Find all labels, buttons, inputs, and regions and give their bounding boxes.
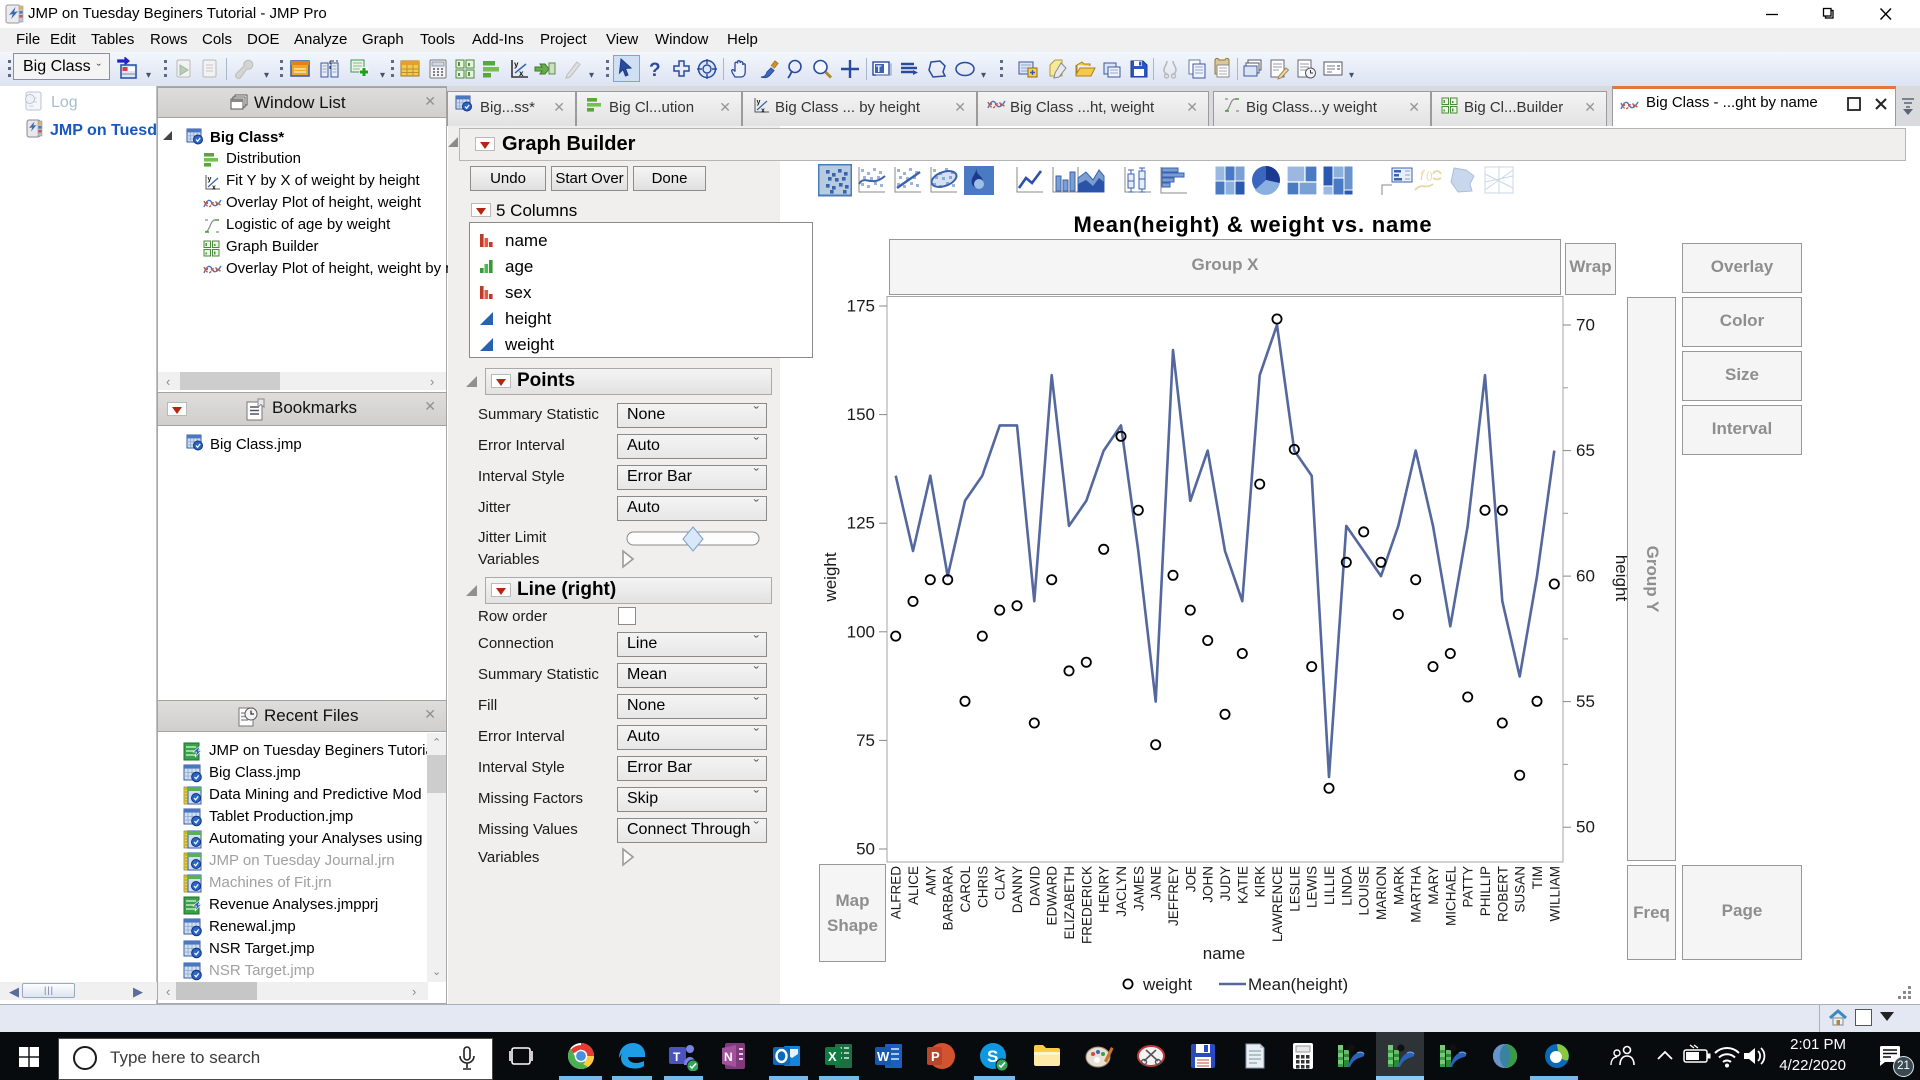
svg-text:ALICE: ALICE [906, 866, 921, 905]
svg-text:60: 60 [1576, 567, 1595, 586]
svg-text:MICHAEL: MICHAEL [1443, 866, 1458, 927]
svg-text:CAROL: CAROL [958, 866, 973, 913]
svg-text:name: name [1203, 944, 1246, 963]
svg-text:x: x [519, 69, 524, 78]
svg-text:65: 65 [1576, 441, 1595, 460]
svg-text:75: 75 [856, 731, 875, 750]
svg-text:MARY: MARY [1426, 866, 1441, 905]
svg-text:JAMES: JAMES [1131, 866, 1146, 911]
svg-text:X: X [828, 1049, 837, 1064]
svg-text:125: 125 [847, 514, 875, 533]
svg-text:JMP on Tuesd: JMP on Tuesd [50, 122, 157, 139]
svg-text:y: y [757, 99, 761, 106]
svg-text:EDWARD: EDWARD [1045, 866, 1060, 926]
svg-text:y: y [208, 176, 212, 183]
svg-text:70: 70 [1576, 316, 1595, 335]
svg-text:PHILLIP: PHILLIP [1478, 866, 1493, 916]
svg-text:FREDERICK: FREDERICK [1079, 866, 1094, 944]
svg-text:55: 55 [1576, 692, 1595, 711]
svg-text:Mean(height): Mean(height) [1248, 975, 1348, 994]
svg-text:N: N [724, 1050, 733, 1064]
svg-text:KIRK: KIRK [1253, 866, 1268, 898]
svg-text:PATTY: PATTY [1461, 866, 1476, 908]
svg-text:weight: weight [1142, 975, 1192, 994]
svg-text:KATIE: KATIE [1235, 866, 1250, 904]
svg-text:BARBARA: BARBARA [941, 866, 956, 931]
svg-text:SUSAN: SUSAN [1513, 866, 1528, 913]
svg-text:HENRY: HENRY [1097, 866, 1112, 913]
svg-text:MARTHA: MARTHA [1409, 866, 1424, 923]
svg-text:y: y [514, 60, 519, 69]
svg-text:ELIZABETH: ELIZABETH [1062, 866, 1077, 940]
svg-text:TIM: TIM [1530, 866, 1545, 889]
svg-text:weight: weight [821, 552, 840, 602]
svg-text:JEFFREY: JEFFREY [1166, 866, 1181, 926]
svg-text:x: x [212, 185, 216, 192]
svg-text:P: P [931, 1049, 940, 1064]
svg-text:LOUISE: LOUISE [1357, 866, 1372, 916]
svg-text:LAWRENCE: LAWRENCE [1270, 866, 1285, 942]
svg-text:100: 100 [847, 622, 875, 641]
svg-text:150: 150 [847, 405, 875, 424]
svg-text:JOE: JOE [1183, 866, 1198, 892]
svg-text:Mean(height) & weight vs. name: Mean(height) & weight vs. name [1074, 212, 1433, 237]
svg-text:JOHN: JOHN [1201, 866, 1216, 903]
svg-text:LEWIS: LEWIS [1305, 866, 1320, 908]
svg-text:DANNY: DANNY [1010, 866, 1025, 913]
svg-text:50: 50 [856, 840, 875, 859]
svg-text:CLAY: CLAY [993, 866, 1008, 900]
svg-text:JUDY: JUDY [1218, 866, 1233, 901]
svg-text:50: 50 [1576, 818, 1595, 837]
svg-text:T: T [673, 1050, 681, 1064]
svg-text:AMY: AMY [923, 866, 938, 895]
svg-text:W: W [877, 1049, 890, 1064]
svg-text:LINDA: LINDA [1339, 866, 1354, 906]
svg-text:T: T [876, 64, 882, 74]
svg-text:x: x [761, 108, 765, 115]
svg-text:ROBERT: ROBERT [1495, 866, 1510, 922]
svg-text:175: 175 [847, 297, 875, 316]
svg-text:MARION: MARION [1374, 866, 1389, 920]
svg-text:?: ? [649, 60, 661, 81]
svg-text:LILLIE: LILLIE [1322, 866, 1337, 905]
svg-text:JANE: JANE [1149, 866, 1164, 901]
svg-text:ALFRED: ALFRED [889, 866, 904, 920]
svg-text:Log: Log [51, 94, 78, 111]
svg-text:DAVID: DAVID [1027, 866, 1042, 907]
svg-text:LESLIE: LESLIE [1287, 866, 1302, 912]
svg-text:CHRIS: CHRIS [975, 866, 990, 908]
svg-text:WILLIAM: WILLIAM [1547, 866, 1562, 922]
svg-text:JACLYN: JACLYN [1114, 866, 1129, 917]
svg-text:MARK: MARK [1391, 866, 1406, 905]
